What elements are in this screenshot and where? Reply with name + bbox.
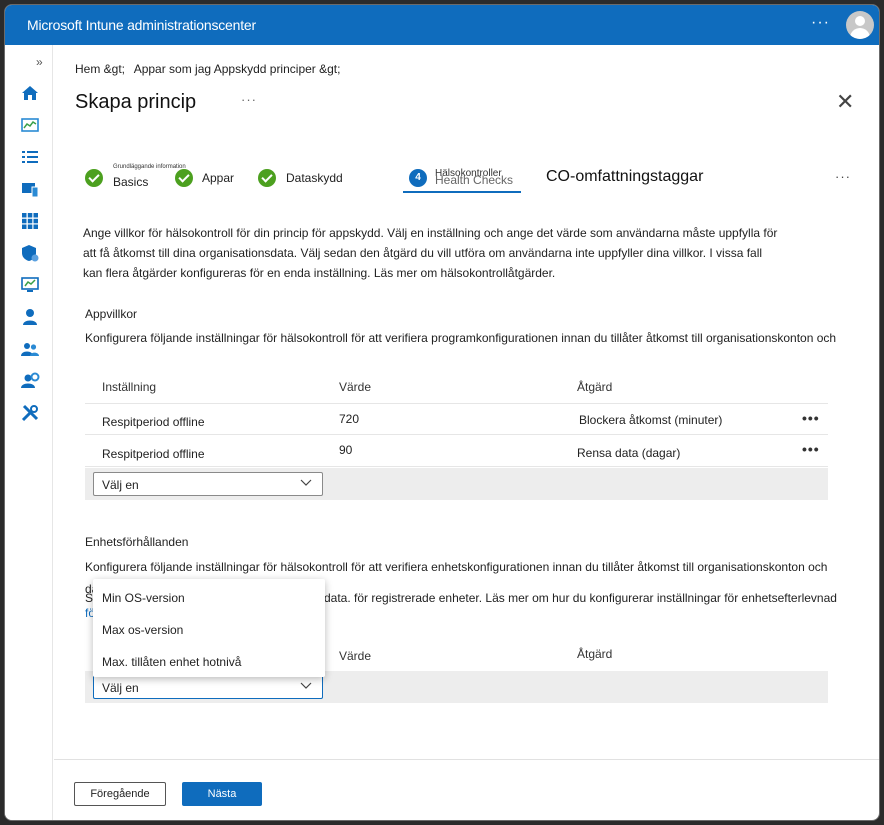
breadcrumb-app-protection[interactable]: Appar som jag Appskydd principer &gt; [134,62,341,76]
add-setting-row: Välj en [85,468,828,500]
close-icon[interactable]: ✕ [836,89,854,115]
tenant-admin-icon[interactable] [20,371,40,391]
footer: Föregående Nästa [54,759,879,820]
device-compliance-text: data. för registrerade enheter. Läs mer … [324,591,837,605]
groups-icon[interactable] [20,339,40,359]
check-icon [175,169,193,187]
app-conditions-title: Appvillkor [85,307,138,321]
check-icon [258,169,276,187]
column-header-setting: Inställning [102,380,157,394]
next-button[interactable]: Nästa [182,782,262,806]
breadcrumb-home[interactable]: Hem &gt; [75,62,125,76]
column-header-action: Åtgärd [577,380,613,394]
dashboard-icon[interactable] [20,115,40,135]
more-options-icon[interactable]: ··· [811,14,830,32]
page-title: Skapa princip [75,91,197,113]
table-row[interactable]: Respitperiod offline 720 Blockera åtkoms… [85,403,828,435]
top-bar: Microsoft Intune administrationscenter ·… [5,5,879,45]
column-header-action: Åtgärd [577,647,613,661]
home-icon[interactable] [20,83,40,103]
device-setting-dropdown: Min OS-version Max os-version Max. tillå… [93,579,325,677]
apps-icon[interactable] [20,211,40,231]
row-more-icon[interactable]: ••• [802,441,820,457]
step-number-badge: 4 [409,169,427,187]
setting-select[interactable]: Välj en [93,472,323,496]
row-setting: Respitperiod offline [102,447,205,461]
device-setting-select-value: Välj en [102,681,139,695]
chevron-down-icon [300,479,312,486]
users-icon[interactable] [20,307,40,327]
devices-icon[interactable] [20,179,40,199]
avatar-body [850,28,870,39]
step-health-checks-label: Health Checks [435,173,514,187]
row-value[interactable]: 720 [339,412,359,426]
troubleshooting-icon[interactable] [20,403,40,423]
step-scope-tags[interactable]: CO-omfattningstaggar [546,168,703,186]
dropdown-option-threat-level[interactable]: Max. tillåten enhet hotnivå [102,655,241,669]
app-title: Microsoft Intune administrationscenter [27,17,256,33]
endpoint-security-icon[interactable] [20,243,40,263]
row-action[interactable]: Blockera åtkomst (minuter) [579,413,722,427]
expand-nav-icon[interactable]: » [36,55,43,69]
avatar[interactable] [846,11,874,39]
list-icon[interactable] [20,147,40,167]
app-window: Microsoft Intune administrationscenter ·… [4,4,880,821]
title-more-icon[interactable]: ··· [241,92,257,107]
health-checks-description: Ange villkor för hälsokontroll för din p… [83,226,778,280]
steps-more-icon[interactable]: ··· [835,169,851,184]
active-step-indicator [403,191,521,193]
check-icon [85,169,103,187]
step-basics-label: Basics [113,175,149,189]
setting-select-value: Välj en [102,478,139,492]
wizard-steps: Grundläggande information Basics Appar D… [54,155,879,199]
main-content: Hem &gt; Appar som jag Appskydd principe… [54,45,879,820]
table-row[interactable]: Respitperiod offline 90 Rensa data (daga… [85,435,828,467]
column-header-value: Värde [339,649,372,663]
dropdown-option-max-os[interactable]: Max os-version [102,623,183,637]
left-nav: » [5,45,53,820]
step-basics-small-label: Grundläggande information [113,164,186,170]
avatar-head [855,16,865,26]
app-conditions-description: Konfigurera följande inställningar för h… [85,331,837,345]
row-action[interactable]: Rensa data (dagar) [577,446,680,460]
step-apps-label: Appar [202,171,235,185]
row-setting: Respitperiod offline [102,415,205,429]
previous-button[interactable]: Föregående [74,782,166,806]
dropdown-option-min-os[interactable]: Min OS-version [102,591,185,605]
reports-icon[interactable] [20,275,40,295]
device-setting-select[interactable]: Välj en [93,675,323,699]
chevron-down-icon [300,682,312,689]
breadcrumb: Hem &gt; Appar som jag Appskydd principe… [75,62,346,76]
device-compliance-text-start: S [85,591,94,605]
row-value[interactable]: 90 [339,443,352,457]
step-data-protection-label: Dataskydd [286,171,343,185]
row-more-icon[interactable]: ••• [802,410,820,426]
column-header-value: Värde [339,380,372,394]
device-conditions-title: Enhetsförhållanden [85,535,189,549]
